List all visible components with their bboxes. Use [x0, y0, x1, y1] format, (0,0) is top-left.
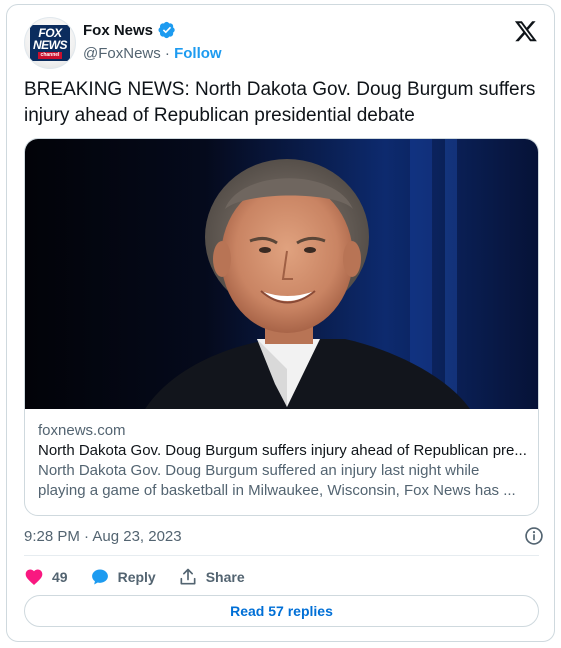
follow-button[interactable]: Follow	[174, 45, 222, 62]
article-photo	[25, 139, 538, 409]
divider	[24, 555, 539, 556]
link-description-line-1: North Dakota Gov. Doug Burgum suffered a…	[38, 462, 480, 479]
reply-button[interactable]: Reply	[90, 567, 156, 587]
x-logo-icon[interactable]	[514, 19, 538, 43]
share-icon	[180, 568, 196, 585]
read-replies-button[interactable]: Read 57 replies	[24, 595, 539, 627]
separator-dot: ·	[160, 45, 175, 62]
handle-row: @FoxNews · Follow	[83, 45, 222, 62]
info-icon[interactable]	[524, 526, 544, 546]
link-domain: foxnews.com	[38, 422, 126, 439]
tweet-text: BREAKING NEWS: North Dakota Gov. Doug Bu…	[24, 79, 536, 126]
account-handle[interactable]: @FoxNews	[83, 45, 161, 62]
like-count: 49	[52, 569, 68, 585]
tweet-meta-row: 9:28 PM · Aug 23, 2023	[24, 525, 544, 547]
link-info: foxnews.com North Dakota Gov. Doug Burgu…	[25, 409, 538, 515]
reply-label: Reply	[117, 569, 156, 585]
tweet-timestamp[interactable]: 9:28 PM · Aug 23, 2023	[24, 528, 182, 545]
heart-icon	[25, 569, 43, 585]
fox-news-logo: FOX NEWS channel	[30, 25, 70, 61]
tweet-actions: 49 Reply Share	[24, 565, 267, 589]
tweet-embed-card: FOX NEWS channel Fox News @FoxNews · Fol…	[6, 4, 555, 642]
share-label: Share	[205, 569, 245, 585]
fox-news-avatar[interactable]: FOX NEWS channel	[24, 17, 76, 69]
logo-text-news: NEWS	[33, 38, 68, 52]
logo-text-channel: channel	[37, 52, 63, 59]
reply-bubble-icon	[91, 569, 108, 585]
link-title: North Dakota Gov. Doug Burgum suffers in…	[38, 442, 527, 459]
share-button[interactable]: Share	[178, 567, 245, 587]
link-preview-card[interactable]: foxnews.com North Dakota Gov. Doug Burgu…	[24, 138, 539, 516]
account-name-row: Fox News	[83, 21, 176, 39]
account-name[interactable]: Fox News	[83, 22, 153, 39]
like-button[interactable]: 49	[24, 567, 68, 587]
link-description-line-2: playing a game of basketball in Milwauke…	[38, 482, 516, 499]
verified-badge-icon	[158, 21, 175, 39]
